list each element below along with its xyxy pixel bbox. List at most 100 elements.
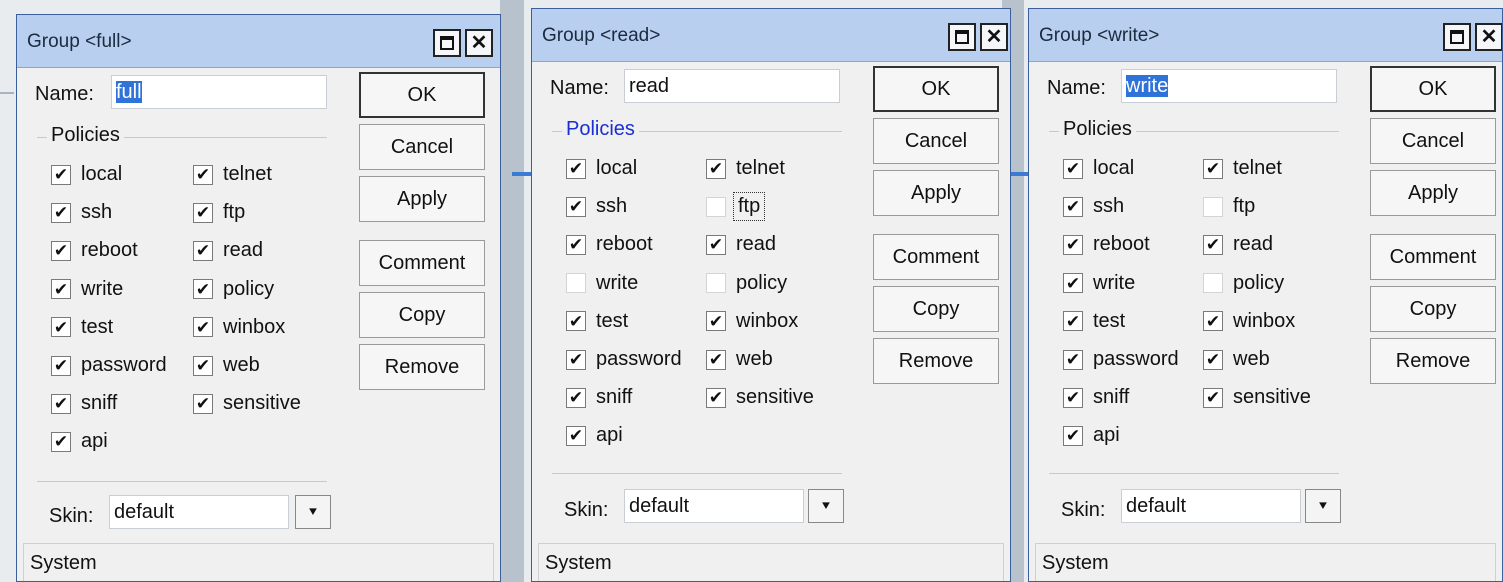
cancel-button[interactable]: Cancel xyxy=(1370,118,1496,164)
policy-checkbox-local[interactable]: ✔ local xyxy=(1063,157,1134,180)
policy-checkbox-write[interactable]: write xyxy=(566,272,638,295)
policy-checkbox-sensitive[interactable]: ✔ sensitive xyxy=(193,392,301,415)
policy-checkbox-password[interactable]: ✔ password xyxy=(566,348,682,371)
policy-checkbox-test[interactable]: ✔ test xyxy=(51,316,113,339)
checkmark-icon[interactable]: ✔ xyxy=(193,317,213,338)
remove-button[interactable]: Remove xyxy=(1370,338,1496,384)
checkmark-icon[interactable]: ✔ xyxy=(51,431,71,452)
comment-button[interactable]: Comment xyxy=(873,234,999,280)
policy-checkbox-local[interactable]: ✔ local xyxy=(566,157,637,180)
checkmark-icon[interactable]: ✔ xyxy=(1063,234,1083,255)
checkmark-icon[interactable]: ✔ xyxy=(1063,387,1083,408)
skin-dropdown-icon[interactable]: ⯆ xyxy=(295,495,331,529)
checkmark-icon[interactable]: ✔ xyxy=(566,349,586,370)
empty-checkbox-icon[interactable] xyxy=(566,273,586,294)
checkmark-icon[interactable]: ✔ xyxy=(1063,425,1083,446)
policy-checkbox-winbox[interactable]: ✔ winbox xyxy=(1203,310,1295,333)
checkmark-icon[interactable]: ✔ xyxy=(1063,158,1083,179)
policy-checkbox-policy[interactable]: ✔ policy xyxy=(193,278,274,301)
skin-select[interactable]: default xyxy=(109,495,289,529)
policy-checkbox-policy[interactable]: policy xyxy=(1203,272,1284,295)
checkmark-icon[interactable]: ✔ xyxy=(193,202,213,223)
policy-checkbox-winbox[interactable]: ✔ winbox xyxy=(706,310,798,333)
checkmark-icon[interactable]: ✔ xyxy=(51,164,71,185)
policy-checkbox-read[interactable]: ✔ read xyxy=(193,239,263,262)
checkmark-icon[interactable]: ✔ xyxy=(51,240,71,261)
empty-checkbox-icon[interactable] xyxy=(1203,273,1223,294)
policy-checkbox-sensitive[interactable]: ✔ sensitive xyxy=(706,386,814,409)
name-input[interactable]: read xyxy=(624,69,840,103)
cancel-button[interactable]: Cancel xyxy=(873,118,999,164)
policy-checkbox-local[interactable]: ✔ local xyxy=(51,163,122,186)
maximize-icon[interactable] xyxy=(433,29,461,57)
maximize-icon[interactable] xyxy=(1443,23,1471,51)
checkmark-icon[interactable]: ✔ xyxy=(1063,273,1083,294)
policy-checkbox-web[interactable]: ✔ web xyxy=(193,354,260,377)
skin-select[interactable]: default xyxy=(1121,489,1301,523)
title-bar[interactable]: Group <write> ✕ xyxy=(1029,9,1502,62)
checkmark-icon[interactable]: ✔ xyxy=(706,311,726,332)
policy-checkbox-reboot[interactable]: ✔ reboot xyxy=(566,233,653,256)
policy-checkbox-sniff[interactable]: ✔ sniff xyxy=(1063,386,1129,409)
checkmark-icon[interactable]: ✔ xyxy=(1203,349,1223,370)
checkmark-icon[interactable]: ✔ xyxy=(193,164,213,185)
apply-button[interactable]: Apply xyxy=(873,170,999,216)
comment-button[interactable]: Comment xyxy=(359,240,485,286)
policy-checkbox-sniff[interactable]: ✔ sniff xyxy=(566,386,632,409)
policy-checkbox-read[interactable]: ✔ read xyxy=(1203,233,1273,256)
title-bar[interactable]: Group <full> ✕ xyxy=(17,15,500,68)
checkmark-icon[interactable]: ✔ xyxy=(1063,311,1083,332)
policy-checkbox-password[interactable]: ✔ password xyxy=(51,354,167,377)
comment-button[interactable]: Comment xyxy=(1370,234,1496,280)
checkmark-icon[interactable]: ✔ xyxy=(566,425,586,446)
copy-button[interactable]: Copy xyxy=(1370,286,1496,332)
policy-checkbox-web[interactable]: ✔ web xyxy=(706,348,773,371)
policy-checkbox-test[interactable]: ✔ test xyxy=(1063,310,1125,333)
checkmark-icon[interactable]: ✔ xyxy=(51,393,71,414)
skin-dropdown-icon[interactable]: ⯆ xyxy=(808,489,844,523)
checkmark-icon[interactable]: ✔ xyxy=(51,279,71,300)
apply-button[interactable]: Apply xyxy=(359,176,485,222)
name-input[interactable]: full xyxy=(111,75,327,109)
checkmark-icon[interactable]: ✔ xyxy=(566,158,586,179)
policy-checkbox-write[interactable]: ✔ write xyxy=(1063,272,1135,295)
title-bar[interactable]: Group <read> ✕ xyxy=(532,9,1010,62)
close-icon[interactable]: ✕ xyxy=(980,23,1008,51)
close-icon[interactable]: ✕ xyxy=(465,29,493,57)
policy-checkbox-winbox[interactable]: ✔ winbox xyxy=(193,316,285,339)
checkmark-icon[interactable]: ✔ xyxy=(1063,196,1083,217)
policy-checkbox-read[interactable]: ✔ read xyxy=(706,233,776,256)
policy-checkbox-write[interactable]: ✔ write xyxy=(51,278,123,301)
policy-checkbox-ftp[interactable]: ✔ ftp xyxy=(193,201,245,224)
checkmark-icon[interactable]: ✔ xyxy=(1203,234,1223,255)
policy-checkbox-reboot[interactable]: ✔ reboot xyxy=(1063,233,1150,256)
copy-button[interactable]: Copy xyxy=(873,286,999,332)
checkmark-icon[interactable]: ✔ xyxy=(51,355,71,376)
remove-button[interactable]: Remove xyxy=(359,344,485,390)
checkmark-icon[interactable]: ✔ xyxy=(51,202,71,223)
ok-button[interactable]: OK xyxy=(873,66,999,112)
policy-checkbox-ftp[interactable]: ftp xyxy=(706,192,766,222)
checkmark-icon[interactable]: ✔ xyxy=(193,393,213,414)
checkmark-icon[interactable]: ✔ xyxy=(1203,311,1223,332)
empty-checkbox-icon[interactable] xyxy=(1203,196,1223,217)
policy-checkbox-test[interactable]: ✔ test xyxy=(566,310,628,333)
policy-checkbox-api[interactable]: ✔ api xyxy=(566,424,623,447)
checkmark-icon[interactable]: ✔ xyxy=(566,311,586,332)
checkmark-icon[interactable]: ✔ xyxy=(193,355,213,376)
policy-checkbox-ssh[interactable]: ✔ ssh xyxy=(51,201,112,224)
empty-checkbox-icon[interactable] xyxy=(706,196,726,217)
checkmark-icon[interactable]: ✔ xyxy=(566,196,586,217)
apply-button[interactable]: Apply xyxy=(1370,170,1496,216)
policy-checkbox-ftp[interactable]: ftp xyxy=(1203,195,1255,218)
policy-checkbox-reboot[interactable]: ✔ reboot xyxy=(51,239,138,262)
skin-dropdown-icon[interactable]: ⯆ xyxy=(1305,489,1341,523)
checkmark-icon[interactable]: ✔ xyxy=(706,234,726,255)
checkmark-icon[interactable]: ✔ xyxy=(706,158,726,179)
checkmark-icon[interactable]: ✔ xyxy=(706,387,726,408)
ok-button[interactable]: OK xyxy=(1370,66,1496,112)
checkmark-icon[interactable]: ✔ xyxy=(706,349,726,370)
policy-checkbox-sensitive[interactable]: ✔ sensitive xyxy=(1203,386,1311,409)
policy-checkbox-web[interactable]: ✔ web xyxy=(1203,348,1270,371)
policy-checkbox-password[interactable]: ✔ password xyxy=(1063,348,1179,371)
